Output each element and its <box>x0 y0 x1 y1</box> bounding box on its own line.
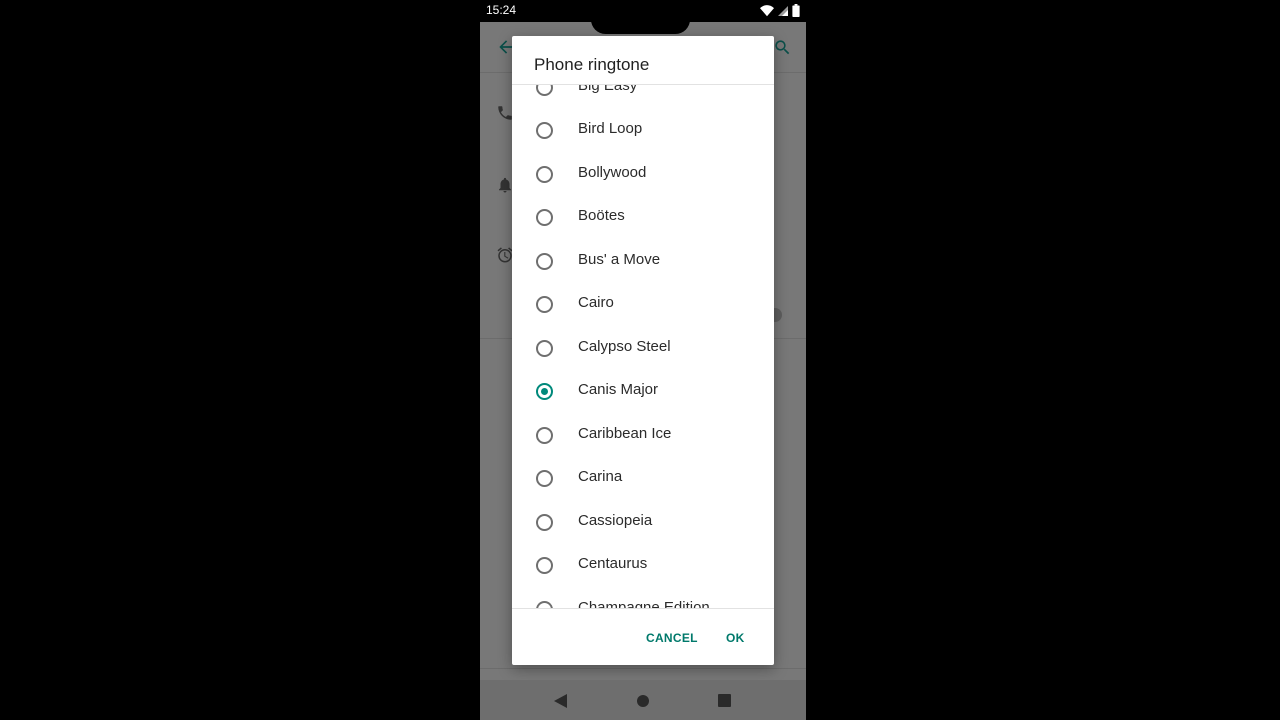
search-icon <box>773 38 792 62</box>
ringtone-option-big-easy[interactable]: Big Easy <box>512 85 774 109</box>
cancel-button[interactable]: CANCEL <box>646 631 698 645</box>
ringtone-option-bootes[interactable]: Boötes <box>512 196 774 239</box>
ringtone-option-canis-major[interactable]: Canis Major <box>512 370 774 413</box>
phone-screen: 15:24 Phone ringtone Big Easy Bird Loop … <box>480 0 806 720</box>
ringtone-option-bird-loop[interactable]: Bird Loop <box>512 109 774 152</box>
ringtone-option-bollywood[interactable]: Bollywood <box>512 153 774 196</box>
ringtone-label: Bollywood <box>578 164 647 181</box>
ringtone-option-caribbean-ice[interactable]: Caribbean Ice <box>512 414 774 457</box>
ringtone-label: Cassiopeia <box>578 512 653 529</box>
radio-button[interactable] <box>536 209 553 226</box>
ringtone-label: Centaurus <box>578 555 648 572</box>
wifi-icon <box>760 4 774 17</box>
dialog-title: Phone ringtone <box>534 55 650 74</box>
nav-recents-icon[interactable] <box>718 694 731 707</box>
radio-button[interactable] <box>536 85 553 96</box>
radio-button[interactable] <box>536 166 553 183</box>
ringtone-label: Carina <box>578 468 623 485</box>
ringtone-label: Calypso Steel <box>578 338 671 355</box>
nav-home-icon[interactable] <box>637 695 649 707</box>
radio-button[interactable] <box>536 122 553 139</box>
ringtone-option-cassiopeia[interactable]: Cassiopeia <box>512 501 774 544</box>
radio-button[interactable] <box>536 557 553 574</box>
status-icons <box>760 4 800 17</box>
ringtone-option-carina[interactable]: Carina <box>512 457 774 500</box>
radio-button[interactable] <box>536 427 553 444</box>
radio-button[interactable] <box>536 253 553 270</box>
background-divider <box>480 668 806 669</box>
navigation-bar <box>480 680 806 720</box>
status-time: 15:24 <box>486 3 517 17</box>
radio-button[interactable] <box>536 470 553 487</box>
signal-icon <box>777 5 789 17</box>
ringtone-label: Boötes <box>578 207 625 224</box>
radio-button[interactable] <box>536 296 553 313</box>
ringtone-option-calypso-steel[interactable]: Calypso Steel <box>512 327 774 370</box>
ringtone-option-centaurus[interactable]: Centaurus <box>512 544 774 587</box>
ringtone-label: Bird Loop <box>578 120 643 137</box>
ringtone-option-champagne-edition[interactable]: Champagne Edition <box>512 588 774 608</box>
ringtone-label: Canis Major <box>578 381 659 398</box>
ok-button[interactable]: OK <box>726 631 745 645</box>
radio-button-checked[interactable] <box>536 383 553 400</box>
nav-back-icon[interactable] <box>554 694 567 713</box>
radio-button[interactable] <box>536 514 553 531</box>
ringtone-label: Cairo <box>578 294 614 311</box>
camera-cutout <box>591 5 690 34</box>
battery-icon <box>792 4 800 17</box>
ringtone-option-bus-a-move[interactable]: Bus' a Move <box>512 240 774 283</box>
radio-button[interactable] <box>536 601 553 608</box>
dialog-divider <box>512 608 774 609</box>
ringtone-label: Champagne Edition <box>578 599 710 608</box>
radio-button[interactable] <box>536 340 553 357</box>
ringtone-option-cairo[interactable]: Cairo <box>512 283 774 326</box>
ringtone-label: Big Easy <box>578 85 638 94</box>
ringtone-label: Bus' a Move <box>578 251 661 268</box>
ringtone-dialog: Phone ringtone Big Easy Bird Loop Bollyw… <box>512 36 774 665</box>
ringtone-list[interactable]: Big Easy Bird Loop Bollywood Boötes Bus'… <box>512 85 774 608</box>
ringtone-label: Caribbean Ice <box>578 425 672 442</box>
